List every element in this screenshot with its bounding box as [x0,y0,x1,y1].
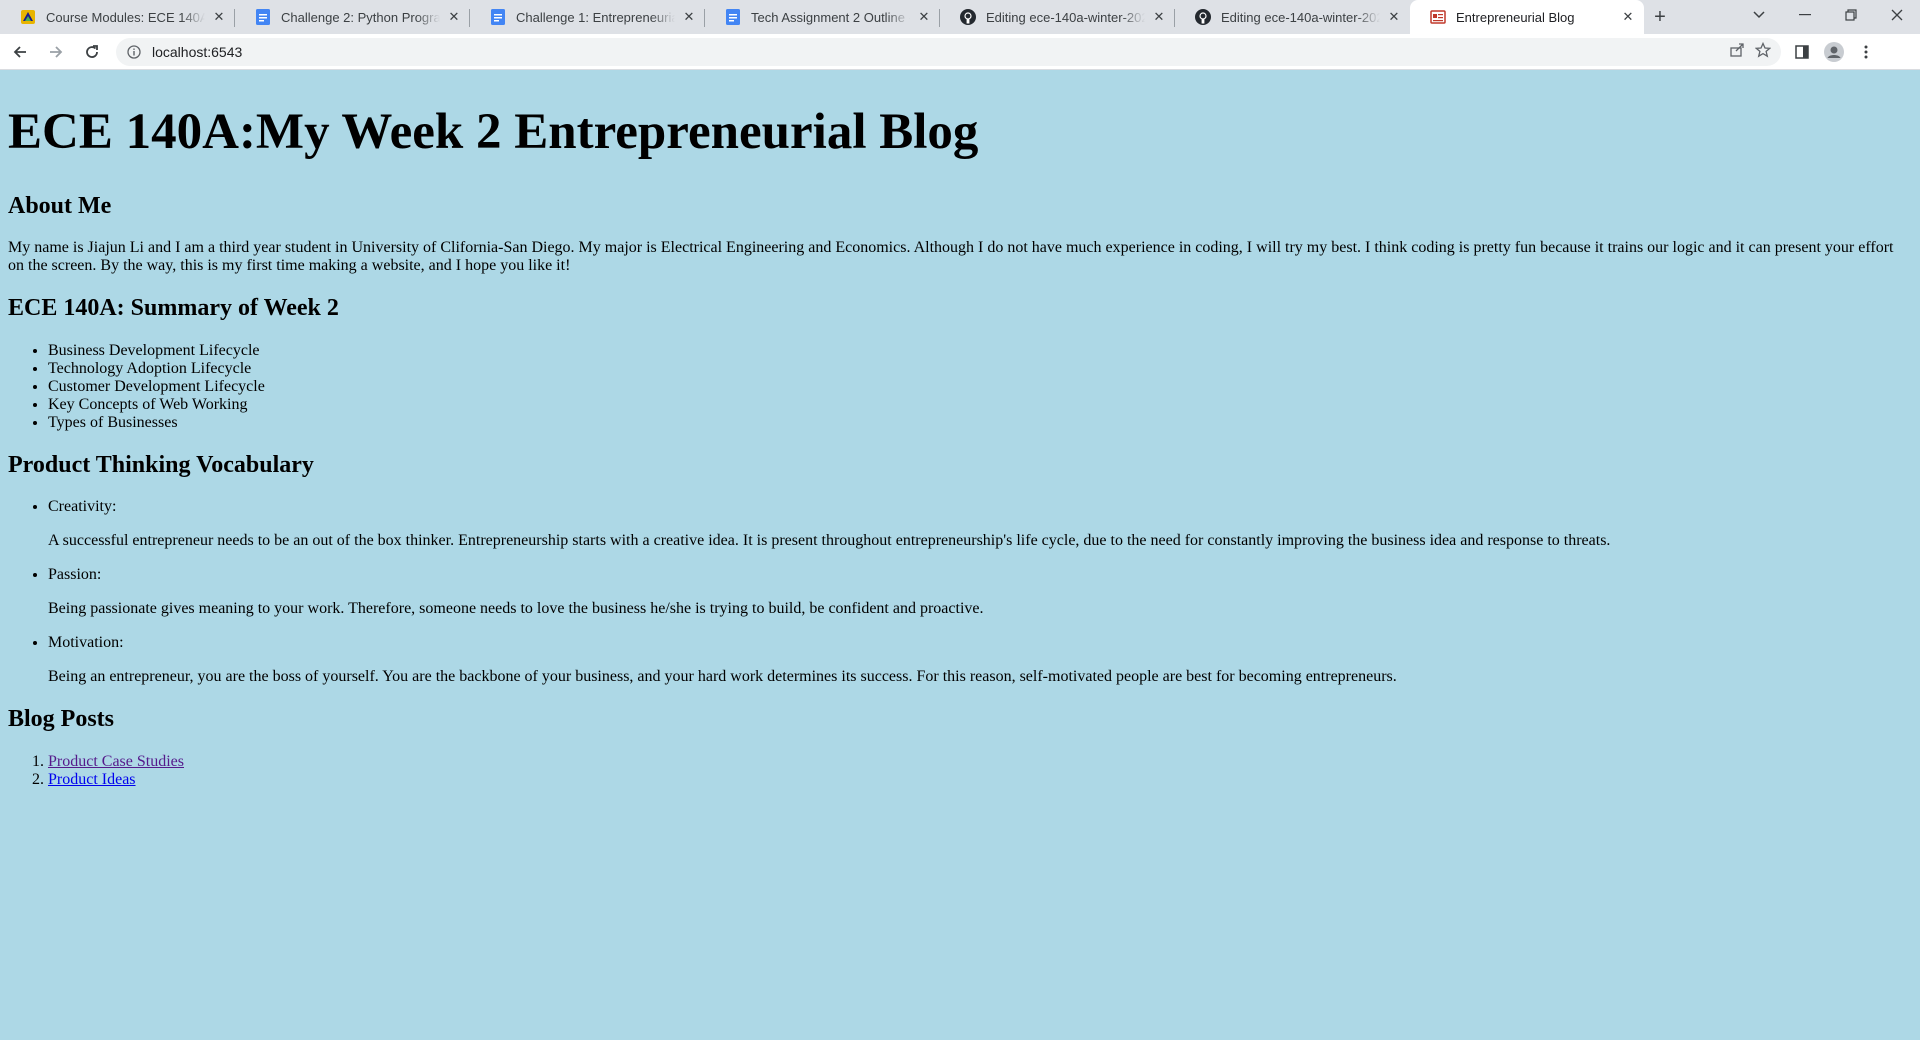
blog-post-link[interactable]: Product Ideas [48,771,136,788]
blog-posts-list: Product Case Studies Product Ideas [8,753,1912,789]
browser-tab-4[interactable]: Editing ece-140a-winter-2023 ✕ [940,0,1175,34]
list-item: Customer Development Lifecycle [48,378,1912,396]
about-text: My name is Jiajun Li and I am a third ye… [8,239,1894,275]
reload-icon[interactable] [76,36,108,68]
page-content: ECE 140A:My Week 2 Entrepreneurial Blog … [0,70,1920,1040]
vocab-list: Creativity: A successful entrepreneur ne… [8,498,1912,686]
google-docs-icon [255,9,271,25]
site-info-icon[interactable] [126,44,142,60]
back-arrow-icon[interactable] [4,36,36,68]
vocab-item: Motivation: Being an entrepreneur, you a… [48,634,1912,686]
browser-tab-0[interactable]: Course Modules: ECE 140A - Winter 2023 ✕ [0,0,235,34]
minimize-icon[interactable] [1782,0,1828,30]
google-docs-icon [490,9,506,25]
browser-tab-2[interactable]: Challenge 1: Entrepreneurial Blog ✕ [470,0,705,34]
blog-post-link[interactable]: Product Case Studies [48,753,184,770]
vocab-description: A successful entrepreneur needs to be an… [48,532,1611,550]
list-item: Key Concepts of Web Working [48,396,1912,414]
window-controls [1736,0,1920,34]
github-icon [1195,9,1211,25]
list-item: Business Development Lifecycle [48,342,1912,360]
list-item: Product Ideas [48,771,1912,789]
tab-title: Editing ece-140a-winter-2023 [986,9,1145,25]
tab-title: Challenge 1: Entrepreneurial Blog [516,9,675,25]
profile-avatar-icon[interactable] [1821,39,1847,65]
tab-close-icon[interactable]: ✕ [446,9,462,25]
vocab-description: Being an entrepreneur, you are the boss … [48,668,1397,686]
page-title: ECE 140A:My Week 2 Entrepreneurial Blog [8,104,979,160]
side-panel-icon[interactable] [1789,39,1815,65]
vocab-term: Passion: [48,566,102,584]
google-docs-icon [725,9,741,25]
tab-title: Tech Assignment 2 Outline - Google Docs [751,9,910,25]
list-item: Product Case Studies [48,753,1912,771]
list-item: Types of Businesses [48,414,1912,432]
tab-close-icon[interactable]: ✕ [681,9,697,25]
tab-title: Course Modules: ECE 140A - Winter 2023 [46,9,205,25]
tab-title: Challenge 2: Python Programming [281,9,440,25]
url-text: localhost:6543 [152,43,243,60]
vocab-item: Creativity: A successful entrepreneur ne… [48,498,1912,550]
summary-heading: ECE 140A: Summary of Week 2 [8,295,339,322]
vocab-item: Passion: Being passionate gives meaning … [48,566,1912,618]
browser-tab-5[interactable]: Editing ece-140a-winter-2023 ✕ [1175,0,1410,34]
vocab-heading: Product Thinking Vocabulary [8,451,314,478]
blog-favicon-icon [1430,9,1446,25]
kebab-menu-icon[interactable] [1853,39,1879,65]
tab-close-icon[interactable]: ✕ [1620,9,1636,25]
tab-close-icon[interactable]: ✕ [211,9,227,25]
about-heading: About Me [8,193,112,220]
canvas-icon [20,9,36,25]
browser-tab-active[interactable]: Entrepreneurial Blog ✕ [1410,0,1644,34]
share-icon[interactable] [1729,42,1745,61]
blog-posts-heading: Blog Posts [8,706,115,733]
close-window-icon[interactable] [1874,0,1920,30]
tab-close-icon[interactable]: ✕ [916,9,932,25]
browser-toolbar: localhost:6543 [0,34,1920,70]
new-tab-button[interactable]: + [1644,0,1676,34]
restore-icon[interactable] [1828,0,1874,30]
tab-title: Entrepreneurial Blog [1456,9,1575,25]
address-bar[interactable]: localhost:6543 [116,37,1781,66]
tab-title: Editing ece-140a-winter-2023 [1221,9,1380,25]
browser-tab-1[interactable]: Challenge 2: Python Programming ✕ [235,0,470,34]
tab-close-icon[interactable]: ✕ [1151,9,1167,25]
vocab-term: Motivation: [48,634,124,652]
summary-list: Business Development Lifecycle Technolog… [8,342,1912,432]
github-icon [960,9,976,25]
tab-search-chevron-icon[interactable] [1736,0,1782,30]
vocab-description: Being passionate gives meaning to your w… [48,600,984,618]
forward-arrow-icon[interactable] [40,36,72,68]
bookmark-star-icon[interactable] [1754,41,1772,61]
browser-tab-3[interactable]: Tech Assignment 2 Outline - Google Docs … [705,0,940,34]
tab-strip: Course Modules: ECE 140A - Winter 2023 ✕… [0,0,1920,34]
vocab-term: Creativity: [48,498,117,516]
tab-close-icon[interactable]: ✕ [1386,9,1402,25]
list-item: Technology Adoption Lifecycle [48,360,1912,378]
